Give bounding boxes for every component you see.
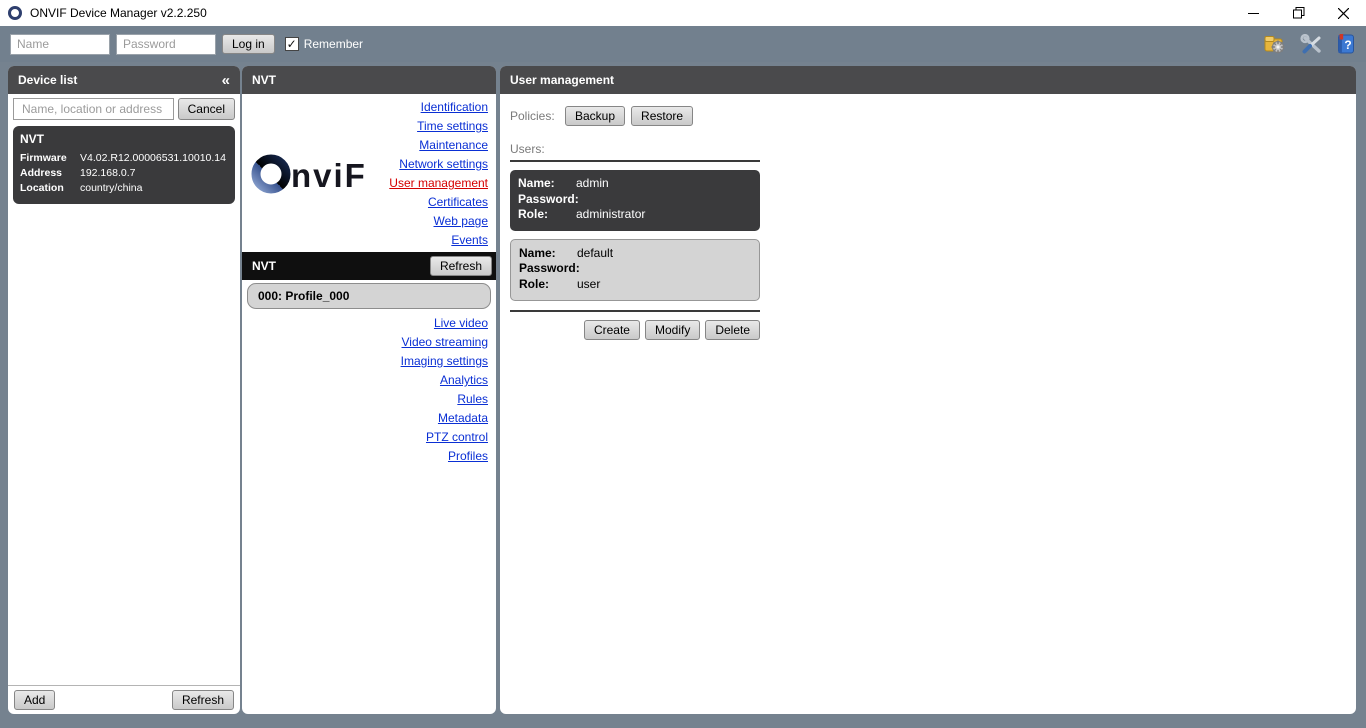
user-row-admin[interactable]: Name: admin Password: Role: administrato… xyxy=(510,170,760,231)
link-events[interactable]: Events xyxy=(451,231,488,250)
link-time-settings[interactable]: Time settings xyxy=(417,117,488,136)
password-value xyxy=(576,192,752,208)
onvif-logo-text: nviF xyxy=(291,157,367,194)
password-value xyxy=(577,261,751,277)
role-value: administrator xyxy=(576,207,752,223)
cancel-search-button[interactable]: Cancel xyxy=(178,98,235,120)
policies-label: Policies: xyxy=(510,109,559,123)
address-label: Address xyxy=(20,166,80,181)
device-list-title: Device list xyxy=(18,73,77,87)
name-label: Name: xyxy=(518,176,576,192)
login-toolbar: Log in ✓ Remember ? xyxy=(0,26,1366,62)
divider xyxy=(510,160,760,162)
profile-section-links: Live video Video streaming Imaging setti… xyxy=(242,312,496,466)
close-button[interactable] xyxy=(1321,0,1366,26)
nvt-sub-title: NVT xyxy=(252,259,276,273)
help-icon[interactable]: ? xyxy=(1336,34,1356,54)
main-area: Device list « Cancel NVT Firmware V4.02.… xyxy=(0,62,1366,728)
link-profiles[interactable]: Profiles xyxy=(448,447,488,466)
divider xyxy=(510,310,760,312)
restore-button[interactable]: Restore xyxy=(631,106,693,126)
link-web-page[interactable]: Web page xyxy=(434,212,489,231)
name-value: admin xyxy=(576,176,752,192)
link-certificates[interactable]: Certificates xyxy=(428,193,488,212)
backup-button[interactable]: Backup xyxy=(565,106,625,126)
remember-label: Remember xyxy=(304,37,363,51)
refresh-profiles-button[interactable]: Refresh xyxy=(430,256,492,276)
device-list-panel: Device list « Cancel NVT Firmware V4.02.… xyxy=(8,66,240,714)
role-label: Role: xyxy=(518,207,576,223)
close-icon xyxy=(1338,8,1349,19)
location-label: Location xyxy=(20,181,80,196)
remember-checkbox[interactable]: ✓ xyxy=(285,37,299,51)
refresh-devices-button[interactable]: Refresh xyxy=(172,690,234,710)
location-value: country/china xyxy=(80,181,228,196)
name-input[interactable] xyxy=(10,34,110,55)
link-maintenance[interactable]: Maintenance xyxy=(419,136,488,155)
window-title: ONVIF Device Manager v2.2.250 xyxy=(30,6,1231,20)
device-list-item-nvt[interactable]: NVT Firmware V4.02.R12.00006531.10010.14… xyxy=(13,126,235,204)
link-analytics[interactable]: Analytics xyxy=(440,371,488,390)
password-label: Password: xyxy=(519,261,577,277)
restore-icon xyxy=(1293,7,1305,19)
tools-icon[interactable] xyxy=(1300,34,1323,54)
link-network-settings[interactable]: Network settings xyxy=(399,155,488,174)
user-row-default[interactable]: Name: default Password: Role: user xyxy=(510,239,760,302)
user-management-title: User management xyxy=(510,73,614,87)
device-list: NVT Firmware V4.02.R12.00006531.10010.14… xyxy=(8,124,240,685)
restore-button[interactable] xyxy=(1276,0,1321,26)
login-button[interactable]: Log in xyxy=(222,34,275,54)
firmware-label: Firmware xyxy=(20,151,80,166)
users-label: Users: xyxy=(510,142,760,156)
create-user-button[interactable]: Create xyxy=(584,320,640,340)
password-label: Password: xyxy=(518,192,576,208)
device-section-links: Identification Time settings Maintenance… xyxy=(389,98,488,248)
role-label: Role: xyxy=(519,277,577,293)
collapse-panel-icon[interactable]: « xyxy=(222,72,230,89)
delete-user-button[interactable]: Delete xyxy=(705,320,760,340)
link-rules[interactable]: Rules xyxy=(457,390,488,409)
name-value: default xyxy=(577,246,751,262)
password-input[interactable] xyxy=(116,34,216,55)
manage-settings-icon[interactable] xyxy=(1264,34,1287,54)
firmware-value: V4.02.R12.00006531.10010.14 xyxy=(80,151,228,166)
link-live-video[interactable]: Live video xyxy=(434,314,488,333)
add-device-button[interactable]: Add xyxy=(14,690,55,710)
link-user-management[interactable]: User management xyxy=(389,174,488,193)
device-search-input[interactable] xyxy=(13,98,174,120)
role-value: user xyxy=(577,277,751,293)
title-bar: ONVIF Device Manager v2.2.250 xyxy=(0,0,1366,26)
name-label: Name: xyxy=(519,246,577,262)
profile-item[interactable]: 000: Profile_000 xyxy=(247,283,491,309)
app-logo-icon xyxy=(8,6,22,20)
svg-text:?: ? xyxy=(1344,38,1351,52)
onvif-logo: nviF xyxy=(250,98,389,248)
link-ptz-control[interactable]: PTZ control xyxy=(426,428,488,447)
user-management-panel: User management Policies: Backup Restore… xyxy=(500,66,1356,714)
modify-user-button[interactable]: Modify xyxy=(645,320,700,340)
minimize-icon xyxy=(1248,8,1259,19)
link-identification[interactable]: Identification xyxy=(421,98,488,117)
nvt-panel-title: NVT xyxy=(252,73,276,87)
link-video-streaming[interactable]: Video streaming xyxy=(402,333,489,352)
link-metadata[interactable]: Metadata xyxy=(438,409,488,428)
device-name: NVT xyxy=(20,132,228,146)
link-imaging-settings[interactable]: Imaging settings xyxy=(401,352,488,371)
nvt-panel: NVT nviF Ident xyxy=(242,66,496,714)
minimize-button[interactable] xyxy=(1231,0,1276,26)
address-value: 192.168.0.7 xyxy=(80,166,228,181)
